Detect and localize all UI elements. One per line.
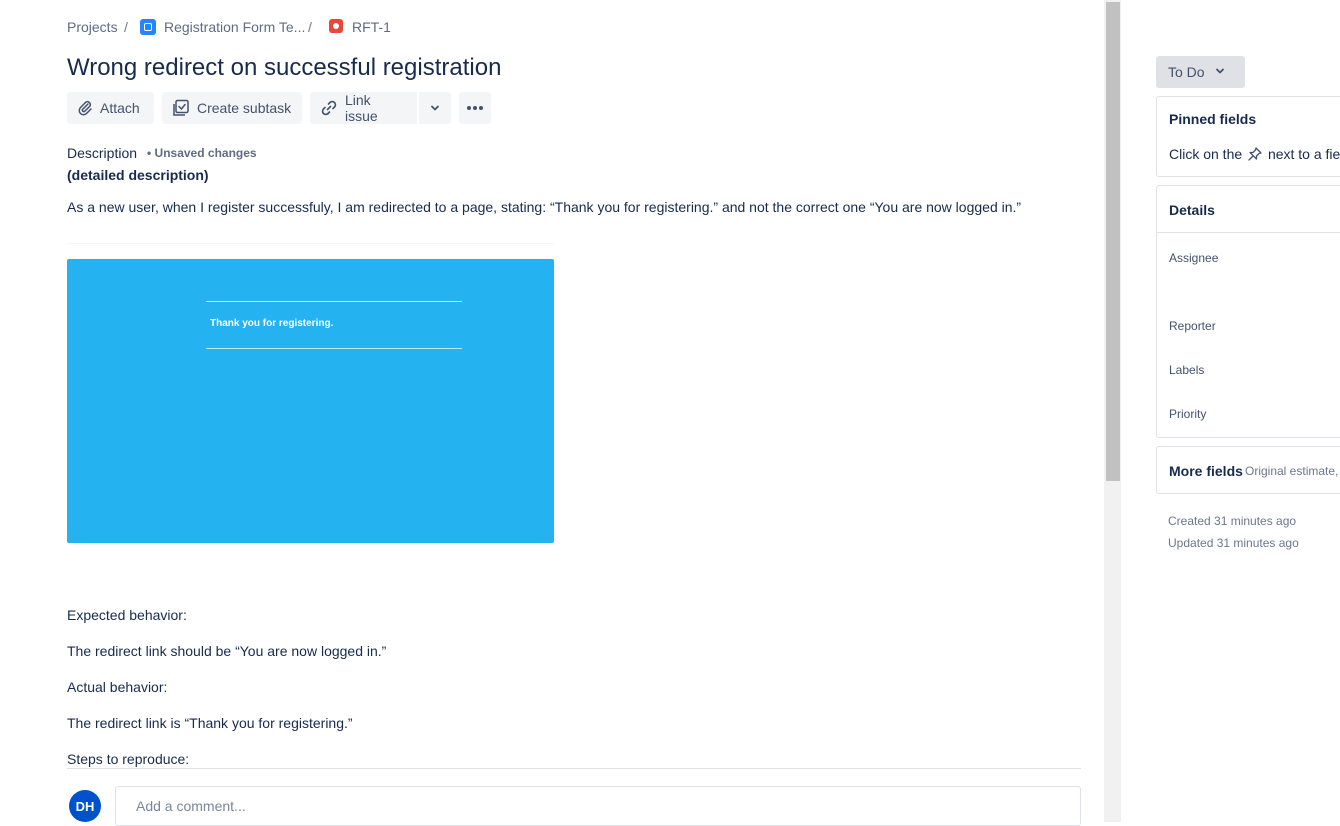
screenshot-line	[206, 301, 462, 302]
link-icon	[320, 99, 338, 117]
chevron-down-icon	[429, 102, 441, 114]
more-actions-button[interactable]	[459, 92, 491, 124]
description-label: Description	[67, 145, 138, 161]
link-issue-dropdown-button[interactable]	[419, 92, 451, 124]
link-issue-label: Link issue	[345, 92, 378, 124]
avatar: DH	[69, 790, 101, 822]
pinned-fields-hint: Click on the next to a field	[1169, 146, 1340, 165]
breadcrumb-separator: /	[308, 19, 312, 35]
screenshot-text: Thank you for registering.	[210, 318, 334, 329]
actual-behavior-text[interactable]: The redirect link is “Thank you for regi…	[67, 713, 353, 733]
pinned-fields-title: Pinned fields	[1169, 111, 1257, 127]
attach-button[interactable]: Attach	[67, 92, 154, 124]
breadcrumb-project-link[interactable]: Registration Form Te...	[164, 17, 305, 37]
breadcrumb-issue-key-link[interactable]: RFT-1	[352, 17, 391, 37]
status-label: To Do	[1168, 64, 1205, 80]
details-panel: Details Assignee Reporter Labels Priorit…	[1156, 185, 1340, 438]
image-divider	[67, 243, 554, 244]
more-fields-panel[interactable]: More fields Original estimate,	[1156, 446, 1340, 494]
subtask-icon	[172, 99, 190, 117]
created-timestamp: Created 31 minutes ago	[1168, 514, 1297, 528]
actual-behavior-label[interactable]: Actual behavior:	[67, 677, 167, 697]
breadcrumb-separator: /	[124, 19, 128, 35]
pinned-hint-before: Click on the	[1169, 146, 1243, 163]
breadcrumb-projects-link[interactable]: Projects	[67, 17, 118, 37]
comment-input[interactable]: Add a comment...	[115, 786, 1081, 826]
pin-icon	[1247, 146, 1263, 165]
more-fields-title: More fields	[1169, 463, 1243, 479]
bug-icon	[329, 19, 343, 33]
assignee-field-label: Assignee	[1169, 251, 1219, 265]
paperclip-icon	[77, 100, 93, 116]
project-icon	[140, 19, 156, 35]
attached-screenshot[interactable]: Thank you for registering.	[67, 259, 554, 543]
updated-timestamp: Updated 31 minutes ago	[1168, 536, 1299, 550]
status-dropdown[interactable]: To Do	[1156, 56, 1245, 88]
more-fields-hint: Original estimate,	[1245, 464, 1339, 478]
priority-field-label: Priority	[1169, 407, 1207, 421]
unsaved-changes-indicator: • Unsaved changes	[147, 146, 257, 160]
pinned-fields-panel: Pinned fields Click on the next to a fie…	[1156, 96, 1340, 177]
attach-label: Attach	[100, 100, 140, 116]
description-subtitle[interactable]: (detailed description)	[67, 165, 209, 185]
create-subtask-label: Create subtask	[197, 100, 292, 116]
link-issue-button[interactable]: Link issue	[310, 92, 417, 124]
chevron-down-icon	[1214, 64, 1226, 80]
create-subtask-button[interactable]: Create subtask	[162, 92, 302, 124]
expected-behavior-text[interactable]: The redirect link should be “You are now…	[67, 641, 386, 661]
pinned-hint-after: next to a field	[1267, 146, 1340, 163]
comment-divider	[67, 768, 1081, 769]
expected-behavior-label[interactable]: Expected behavior:	[67, 605, 187, 625]
details-divider	[1157, 232, 1340, 233]
details-title[interactable]: Details	[1169, 202, 1215, 218]
issue-title[interactable]: Wrong redirect on successful registratio…	[67, 53, 501, 83]
scrollbar-thumb[interactable]	[1106, 2, 1120, 481]
reporter-field-label: Reporter	[1169, 319, 1216, 333]
steps-to-reproduce-label[interactable]: Steps to reproduce:	[67, 749, 189, 769]
description-intro[interactable]: As a new user, when I register successfu…	[67, 197, 1021, 217]
screenshot-line	[206, 348, 462, 349]
labels-field-label: Labels	[1169, 363, 1205, 377]
more-icon	[466, 105, 484, 111]
